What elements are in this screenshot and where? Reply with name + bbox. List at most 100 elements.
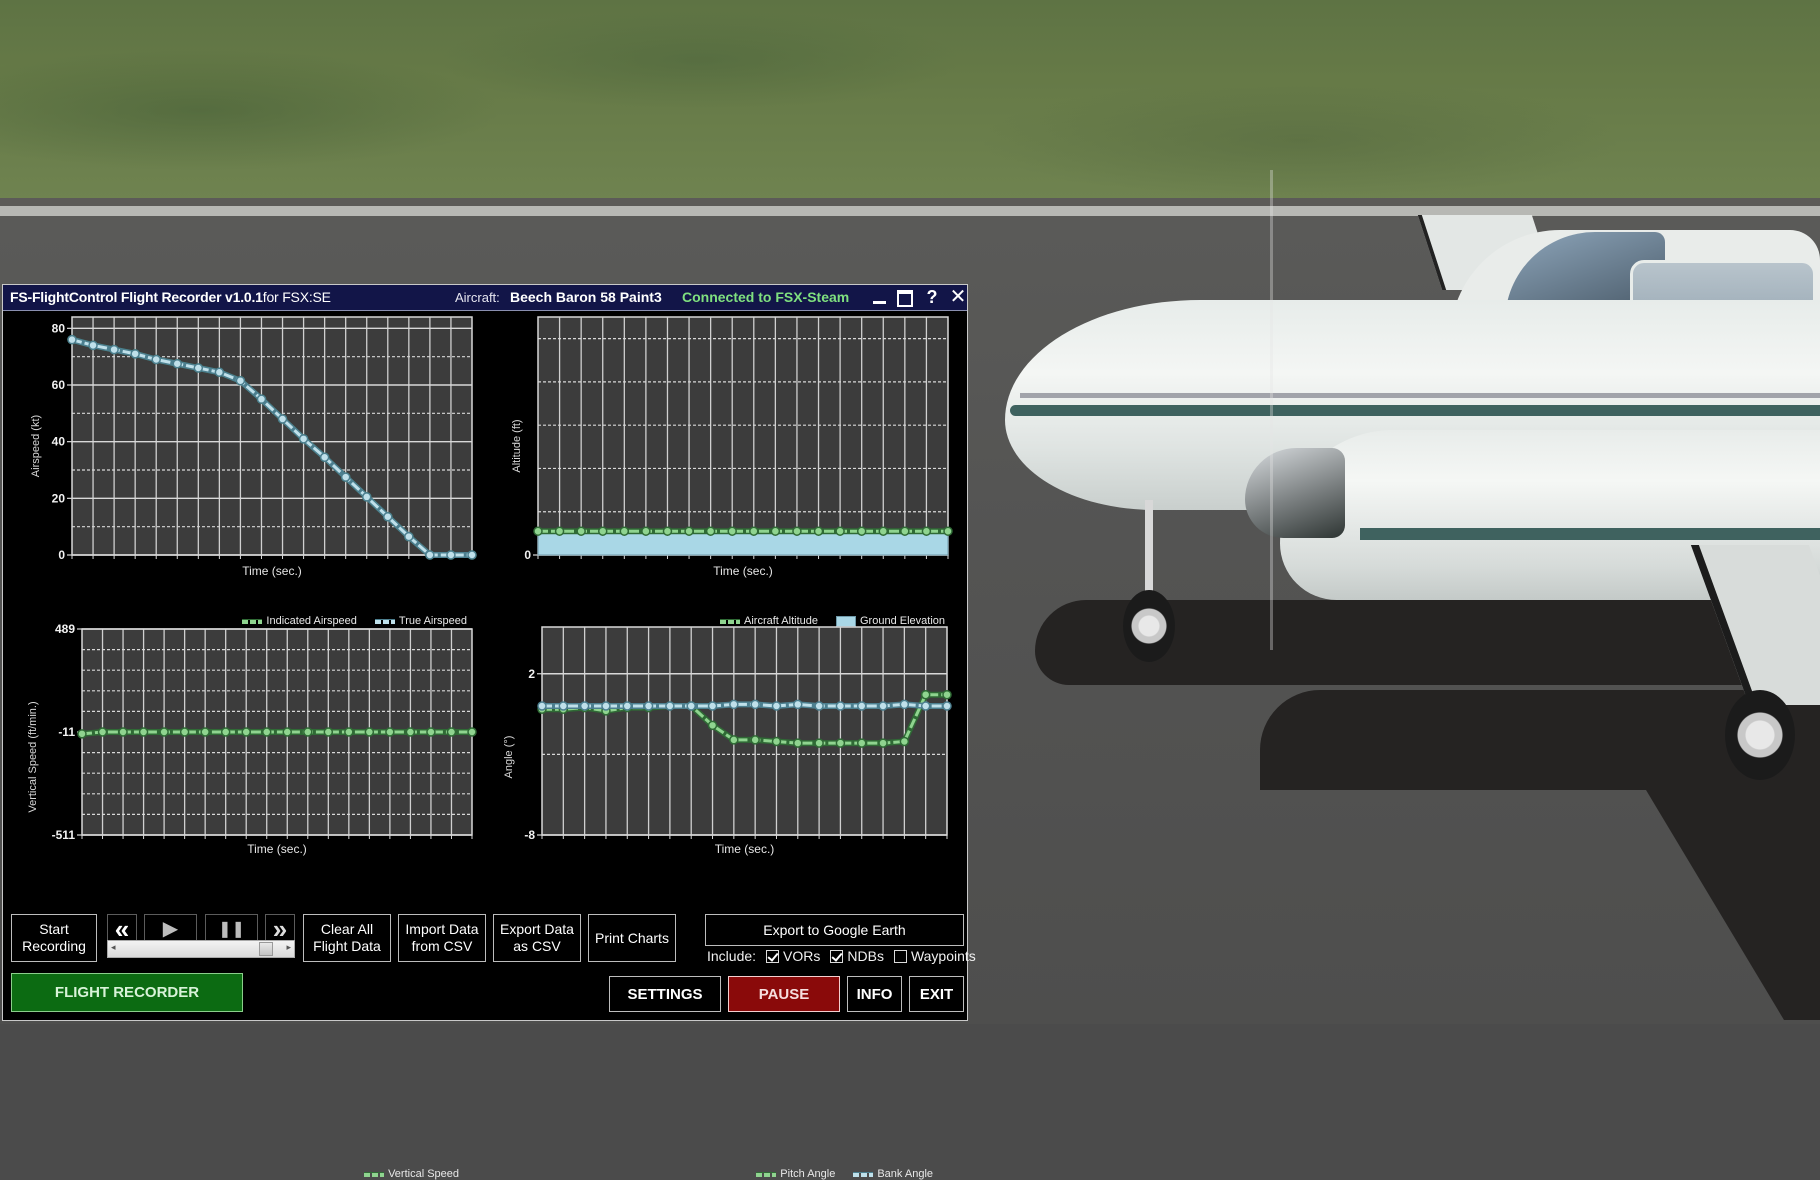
- vertical-speed-legend: Vertical Speed: [352, 1168, 459, 1180]
- ndbs-label[interactable]: NDBs: [847, 948, 884, 964]
- data-point: [920, 701, 931, 711]
- ndbs-checkbox[interactable]: [830, 949, 844, 963]
- data-point: [705, 526, 716, 536]
- y-tick-label: 40: [52, 435, 66, 449]
- flight-recorder-button[interactable]: FLIGHT RECORDER: [11, 973, 243, 1012]
- data-point: [77, 729, 87, 739]
- data-point: [200, 727, 210, 737]
- data-point: [643, 701, 654, 711]
- data-point: [597, 526, 608, 536]
- pause-icon: ❚❚: [218, 921, 245, 938]
- close-icon: ✕: [949, 286, 967, 308]
- import-csv-button[interactable]: Import Data from CSV: [398, 914, 486, 962]
- connection-status: Connected to FSX-Steam: [682, 289, 850, 305]
- data-point: [729, 735, 739, 745]
- data-point: [109, 344, 119, 355]
- print-charts-button[interactable]: Print Charts: [588, 914, 676, 962]
- app-title: FS-FlightControl Flight Recorder v1.0.1f…: [10, 289, 331, 305]
- clear-all-label: Clear All Flight Data: [313, 921, 381, 954]
- data-point: [235, 376, 246, 386]
- legend-label: Bank Angle: [877, 1168, 933, 1180]
- export-google-earth-label: Export to Google Earth: [763, 921, 906, 938]
- pause-label: PAUSE: [758, 985, 810, 1003]
- help-button[interactable]: ?: [921, 286, 943, 308]
- data-point: [601, 701, 611, 711]
- altitude-plot-area: [537, 316, 949, 556]
- data-point: [151, 354, 161, 365]
- exit-button[interactable]: EXIT: [909, 976, 964, 1012]
- data-point: [835, 738, 846, 748]
- legend-item: Pitch Angle: [756, 1168, 835, 1180]
- data-point: [899, 699, 910, 710]
- aircraft-label: Aircraft:: [455, 290, 500, 305]
- close-button[interactable]: ✕: [947, 286, 969, 308]
- clear-all-flight-data-button[interactable]: Clear All Flight Data: [303, 914, 391, 962]
- data-point: [662, 526, 673, 536]
- flight-recorder-label: FLIGHT RECORDER: [54, 984, 200, 1001]
- info-label: INFO: [856, 985, 893, 1003]
- data-point: [405, 727, 416, 737]
- data-point: [467, 550, 477, 560]
- data-point: [727, 526, 737, 536]
- altitude-y-axis-title: Altitude (ft): [511, 419, 523, 473]
- x-axis-title: Time (sec.): [247, 842, 307, 856]
- vors-label[interactable]: VORs: [783, 948, 820, 964]
- data-point: [298, 434, 309, 444]
- data-point: [277, 414, 288, 424]
- settings-button[interactable]: SETTINGS: [609, 976, 721, 1012]
- fuselage-stripe: [1020, 393, 1820, 398]
- data-point: [856, 526, 867, 536]
- data-point: [172, 359, 183, 369]
- angle-chart-svg: -8 2 Time (sec.): [524, 626, 952, 856]
- angles-plot: -8 2 Time (sec.): [524, 626, 952, 856]
- waypoints-label[interactable]: Waypoints: [911, 948, 976, 964]
- title-bar[interactable]: FS-FlightControl Flight Recorder v1.0.1f…: [3, 285, 967, 311]
- data-point: [750, 735, 760, 745]
- info-button[interactable]: INFO: [847, 976, 902, 1012]
- data-point: [558, 701, 569, 711]
- data-point: [241, 727, 251, 737]
- include-options: Include: VORs NDBs Waypoints: [707, 948, 976, 964]
- export-csv-label: Export Data as CSV: [500, 921, 574, 954]
- data-point: [622, 701, 633, 711]
- data-point: [750, 699, 760, 710]
- y-tick-label: -11: [58, 725, 75, 739]
- airspeed-plot: 0 20 40 60 80 Time (sec.): [52, 316, 477, 578]
- propeller-spinner: [1245, 448, 1345, 538]
- play-icon: ▶: [162, 918, 179, 940]
- slider-left-arrow-icon[interactable]: ◂: [111, 942, 116, 953]
- data-point: [899, 736, 910, 747]
- x-axis-title: Time (sec.): [242, 564, 302, 578]
- data-point: [684, 526, 694, 536]
- data-point: [619, 526, 630, 536]
- export-google-earth-button[interactable]: Export to Google Earth: [705, 914, 964, 946]
- data-point: [920, 689, 931, 700]
- export-csv-button[interactable]: Export Data as CSV: [493, 914, 581, 962]
- ground-elevation-area: [537, 532, 949, 556]
- data-point: [942, 689, 952, 700]
- data-point: [323, 727, 334, 737]
- vors-checkbox[interactable]: [766, 949, 780, 963]
- data-point: [364, 727, 375, 737]
- angles-plot-area: [541, 626, 948, 836]
- propeller-blur: [1270, 170, 1273, 650]
- slider-thumb[interactable]: [258, 942, 273, 956]
- minimize-button[interactable]: [868, 286, 890, 308]
- start-recording-button[interactable]: Start Recording: [11, 914, 97, 962]
- pause-button[interactable]: PAUSE: [728, 976, 840, 1012]
- grass-field: [0, 0, 1820, 200]
- data-point: [97, 727, 108, 737]
- y-tick-label: -511: [52, 828, 76, 842]
- app-suffix: for FSX:SE: [262, 289, 331, 305]
- data-point: [159, 727, 169, 737]
- maximize-button[interactable]: [894, 286, 916, 308]
- slider-right-arrow-icon[interactable]: ▸: [286, 942, 291, 953]
- data-point: [814, 701, 824, 711]
- data-point: [118, 727, 128, 737]
- playback-slider[interactable]: ◂ ▸: [107, 940, 295, 958]
- data-point: [303, 727, 313, 737]
- waypoints-checkbox[interactable]: [893, 949, 907, 963]
- nacelle-stripe: [1360, 528, 1820, 540]
- data-point: [878, 738, 888, 748]
- legend-label: Vertical Speed: [388, 1168, 459, 1180]
